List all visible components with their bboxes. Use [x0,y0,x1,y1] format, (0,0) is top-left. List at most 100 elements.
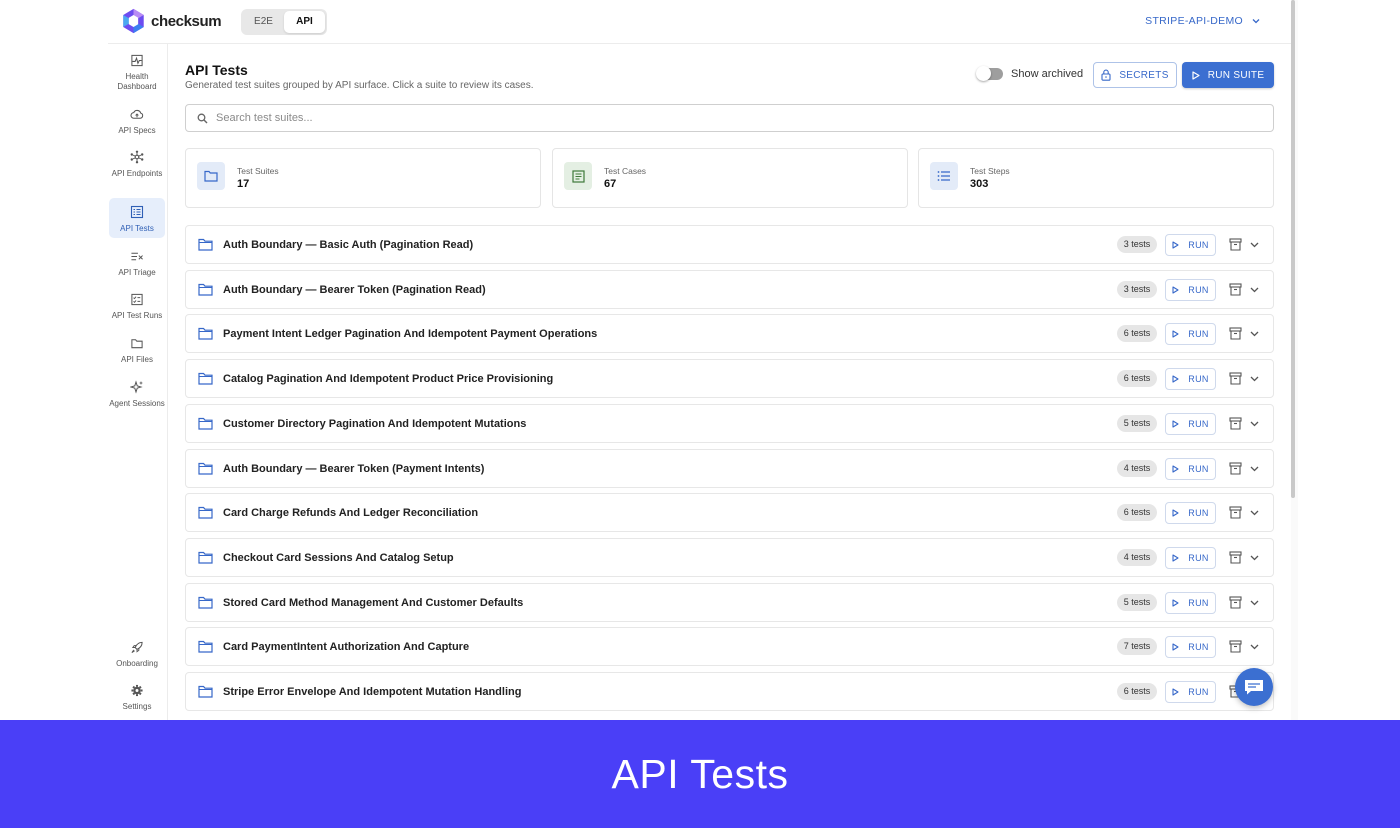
archive-icon[interactable] [1229,372,1242,385]
run-button[interactable]: RUN [1165,457,1216,480]
sidebar-item-agent-sessions[interactable]: Agent Sessions [109,380,165,418]
suite-name: Auth Boundary — Bearer Token (Pagination… [223,283,486,296]
archive-icon[interactable] [1229,283,1242,296]
suite-name: Card PaymentIntent Authorization And Cap… [223,641,470,654]
sidebar-item-api-endpoints[interactable]: API Endpoints [109,150,165,188]
archive-icon[interactable] [1229,327,1242,340]
chevron-down-icon[interactable] [1249,373,1260,384]
test-count-badge: 4 tests [1117,548,1157,566]
suite-row[interactable]: Payment Intent Ledger Pagination And Ide… [185,314,1274,354]
run-button[interactable]: RUN [1165,546,1216,569]
run-button[interactable]: RUN [1165,591,1216,614]
archive-icon[interactable] [1229,238,1242,251]
suite-name: Stripe Error Envelope And Idempotent Mut… [223,686,522,698]
chevron-down-icon[interactable] [1249,463,1260,474]
run-button[interactable]: RUN [1165,234,1216,256]
run-button[interactable]: RUN [1165,412,1216,435]
search-bar[interactable] [185,104,1274,132]
sidebar-item-onboarding[interactable]: Onboarding [109,641,165,669]
chevron-down-icon[interactable] [1249,597,1260,608]
sidebar-item-api-specs[interactable]: API Specs [109,108,165,136]
sidebar-item-api-tests[interactable]: API Tests [109,198,165,238]
archive-icon[interactable] [1229,506,1242,519]
checklist-icon [131,293,143,306]
page-scrollbar-thumb[interactable] [1291,0,1295,498]
archive-icon[interactable] [1229,640,1242,653]
sidebar-item-api-triage[interactable]: API Triage [109,250,165,278]
sidebar-item-label: Onboarding [116,659,158,668]
test-count-badge: 6 tests [1117,504,1157,522]
suite-row[interactable]: Auth Boundary — Bearer Token (Pagination… [185,269,1274,309]
lock-icon [1101,69,1111,81]
run-label: RUN [1188,240,1209,250]
test-count-badge: 6 tests [1117,325,1157,343]
suite-row[interactable]: Card Charge Refunds And Ledger Reconcili… [185,493,1274,533]
pulse-chart-icon [131,54,143,67]
chevron-down-icon[interactable] [1249,418,1260,429]
archive-icon[interactable] [1229,417,1242,430]
chat-bubble-icon [1245,680,1263,695]
run-button[interactable]: RUN [1165,278,1216,301]
sidebar-item-label: API Specs [118,126,156,135]
project-selector[interactable]: STRIPE-API-DEMO [1145,15,1261,27]
show-archived-toggle[interactable]: Show archived [976,66,1083,81]
test-count-badge: 5 tests [1117,593,1157,611]
brand-name: checksum [151,12,222,30]
suite-row[interactable]: Card PaymentIntent Authorization And Cap… [185,627,1274,667]
run-suite-button[interactable]: RUN SUITE [1182,62,1274,88]
play-icon [1172,375,1179,383]
tab-api[interactable]: API [284,11,325,33]
folder-icon [198,641,213,653]
folder-icon [204,170,218,182]
sidebar-item-api-files[interactable]: API Files [109,337,165,365]
sidebar-item-settings[interactable]: Settings [109,684,165,712]
chevron-down-icon[interactable] [1249,239,1260,250]
play-icon [1172,643,1179,651]
suite-row[interactable]: Customer Directory Pagination And Idempo… [185,403,1274,443]
chevron-down-icon[interactable] [1249,284,1260,295]
search-input[interactable] [216,112,1273,124]
brand-logo[interactable]: checksum [122,8,222,34]
play-icon [1172,241,1179,249]
archive-icon[interactable] [1229,551,1242,564]
suite-row[interactable]: Checkout Card Sessions And Catalog Setup… [185,537,1274,577]
run-button[interactable]: RUN [1165,368,1216,391]
suite-name: Auth Boundary — Basic Auth (Pagination R… [223,239,474,251]
chevron-down-icon[interactable] [1249,328,1260,339]
checksum-logo-icon [123,8,144,34]
run-button[interactable]: RUN [1165,636,1216,659]
suite-name: Stored Card Method Management And Custom… [223,596,524,609]
suite-row[interactable]: Catalog Pagination And Idempotent Produc… [185,359,1274,399]
folder-icon [198,685,213,698]
suite-name: Card Charge Refunds And Ledger Reconcili… [223,507,479,520]
suite-row[interactable]: Stripe Error Envelope And Idempotent Mut… [185,672,1274,711]
suite-row[interactable]: Auth Boundary — Basic Auth (Pagination R… [185,225,1274,264]
test-count-badge: 5 tests [1117,414,1157,432]
suite-row[interactable]: Stored Card Method Management And Custom… [185,582,1274,622]
sidebar-item-label: API Triage [118,268,156,277]
document-list-icon [571,169,585,183]
folder-icon [198,238,213,251]
archive-icon[interactable] [1229,461,1242,475]
sidebar-item-label: API Test Runs [111,311,163,320]
run-button[interactable]: RUN [1165,502,1216,525]
sidebar-item-api-test-runs[interactable]: API Test Runs [109,293,165,321]
chevron-down-icon [1252,19,1260,24]
sidebar: Health Dashboard API Specs API Endpoints… [108,44,168,720]
chevron-down-icon[interactable] [1249,552,1260,563]
suite-row[interactable]: Auth Boundary — Bearer Token (Payment In… [185,448,1274,488]
chevron-down-icon[interactable] [1249,507,1260,518]
run-button[interactable]: RUN [1165,681,1216,703]
stat-card-test-steps: Test Steps 303 [918,148,1274,208]
archive-icon[interactable] [1229,596,1242,609]
chat-launcher-button[interactable] [1235,668,1273,706]
toggle-switch[interactable] [976,66,1003,81]
stat-value: 17 [237,178,250,190]
chevron-down-icon[interactable] [1249,641,1260,652]
secrets-button[interactable]: SECRETS [1093,62,1177,88]
run-button[interactable]: RUN [1165,323,1216,346]
tab-e2e[interactable]: E2E [243,11,284,33]
sidebar-item-label: Settings [122,702,152,711]
sidebar-item-health-dashboard[interactable]: Health Dashboard [109,54,165,92]
run-label: RUN [1188,597,1209,608]
